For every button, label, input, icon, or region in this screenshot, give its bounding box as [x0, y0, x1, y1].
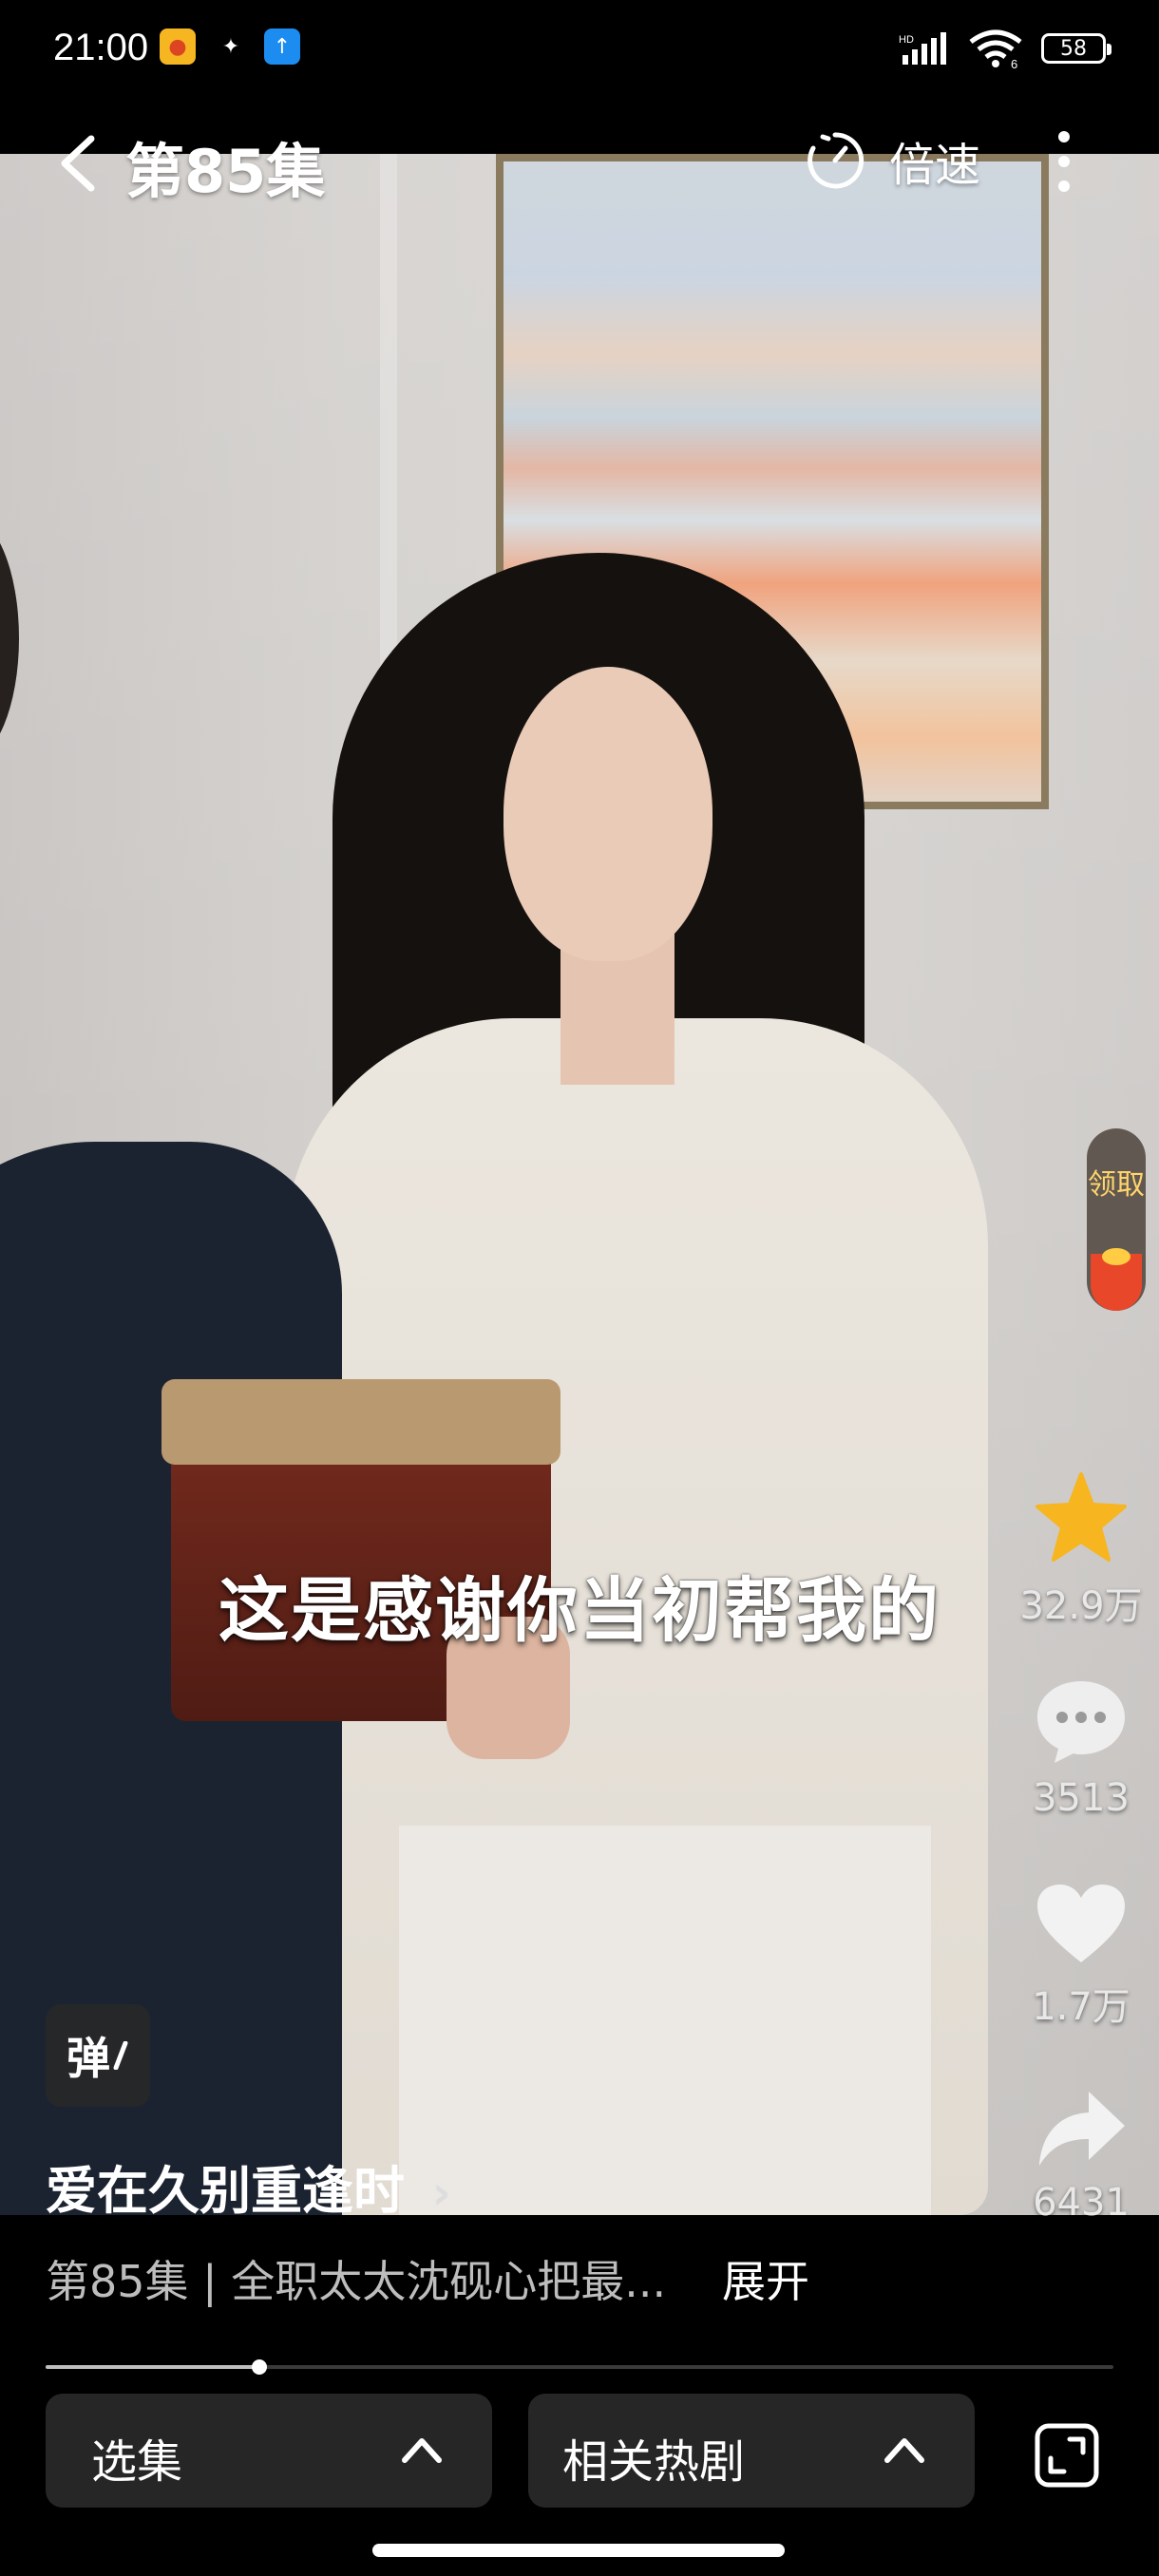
battery-icon: 58 [1041, 33, 1112, 64]
progress-fill [46, 2365, 259, 2369]
comment-count: 3513 [1033, 1776, 1130, 1820]
related-dramas-button[interactable]: 相关热剧 [528, 2394, 975, 2508]
more-options-icon[interactable] [1045, 127, 1083, 196]
video-player[interactable] [0, 154, 1159, 2215]
progress-handle[interactable] [251, 2359, 267, 2375]
cellular-signal-icon: HD [899, 32, 946, 65]
drama-description: 第85集 | 全职太太沈砚心把最... [46, 2256, 667, 2307]
episodes-selector-button[interactable]: 选集 [46, 2394, 492, 2508]
comment-bubble-icon [1037, 1681, 1125, 1763]
red-envelope-icon [1091, 1248, 1142, 1311]
video-subtitle: 这是感谢你当初帮我的 [218, 1570, 940, 1652]
comment-action[interactable]: 3513 [1011, 1676, 1151, 1820]
chevron-up-icon [402, 2438, 442, 2463]
battery-level: 58 [1060, 36, 1087, 61]
wifi-icon: 6 [969, 29, 1022, 68]
drama-title: 爱在久别重逢时 [46, 2161, 405, 2221]
fullscreen-icon[interactable] [1032, 2420, 1102, 2491]
chevron-right-icon: › [431, 2167, 451, 2220]
share-arrow-icon [1039, 2092, 1125, 2166]
back-icon[interactable] [57, 135, 101, 192]
playback-speed-button[interactable]: 倍速 [804, 127, 980, 194]
share-action[interactable]: 6431 [1011, 2086, 1151, 2225]
star-icon [1036, 1472, 1127, 1562]
drama-title-link[interactable]: 爱在久别重逢时 › [46, 2149, 451, 2224]
woman-skirt [399, 1826, 931, 2215]
favorite-count: 32.9万 [1019, 1584, 1143, 1628]
danmaku-toggle-button[interactable]: 弹 [46, 2004, 150, 2107]
qq-app-icon: ✦ [213, 28, 249, 65]
chevron-up-icon [884, 2438, 924, 2463]
woman-face [504, 667, 712, 961]
playback-progress-bar[interactable] [46, 2359, 1113, 2375]
favorite-action[interactable]: 32.9万 [1011, 1470, 1151, 1630]
danmaku-label: 弹 [66, 2033, 110, 2084]
weibo-app-icon: ● [160, 28, 196, 65]
heart-icon [1037, 1885, 1125, 1962]
share-count: 6431 [1033, 2181, 1130, 2225]
reward-label: 领取 [1088, 1168, 1145, 1202]
status-right: HD 6 58 [899, 28, 1112, 68]
related-dramas-label: 相关热剧 [562, 2435, 746, 2489]
episode-title: 第85集 [125, 137, 326, 206]
speed-gauge-icon [808, 132, 864, 189]
network-type-label: HD [899, 34, 914, 46]
speed-label: 倍速 [889, 139, 981, 192]
reward-widget[interactable]: 领取 [1087, 1128, 1146, 1311]
wifi-badge: 6 [1011, 57, 1017, 68]
home-indicator[interactable] [372, 2544, 785, 2557]
upload-app-icon: ↑ [264, 28, 300, 65]
pencil-icon [113, 2041, 128, 2070]
jewelry-box-lid [162, 1379, 560, 1465]
like-count: 1.7万 [1032, 1985, 1130, 2029]
status-bar: 21:00 ● ✦ ↑ HD 6 58 [0, 0, 1159, 104]
status-time: 21:00 [53, 27, 149, 68]
like-action[interactable]: 1.7万 [1011, 1881, 1151, 2031]
expand-button[interactable]: 展开 [722, 2247, 809, 2310]
episodes-label: 选集 [91, 2435, 183, 2489]
